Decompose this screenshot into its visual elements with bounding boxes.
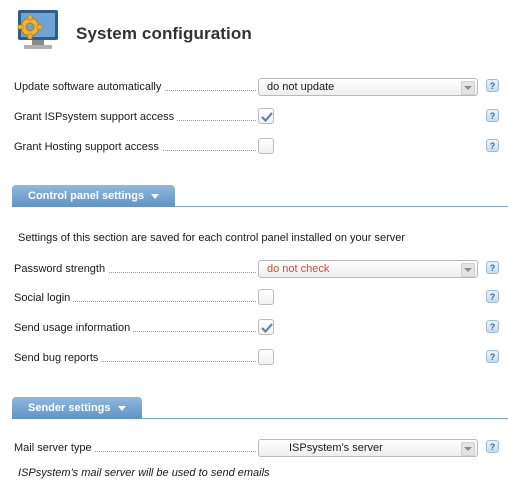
chevron-down-icon xyxy=(117,405,126,411)
send-usage-label: Send usage information xyxy=(14,322,134,334)
mail-server-type-value: ISPsystem's server xyxy=(289,442,383,454)
mail-server-type-select[interactable]: ISPsystem's server xyxy=(258,439,478,457)
chevron-down-icon[interactable] xyxy=(461,263,475,277)
sender-section-header: Sender settings xyxy=(12,397,508,419)
control-panel-description: Settings of this section are saved for e… xyxy=(18,232,406,244)
control-panel-settings-label: Control panel settings xyxy=(28,190,145,202)
send-usage-checkbox[interactable] xyxy=(258,319,274,335)
social-login-label: Social login xyxy=(14,292,74,304)
update-software-select[interactable]: do not update xyxy=(258,78,478,96)
send-bug-reports-label: Send bug reports xyxy=(14,352,102,364)
update-software-row: Update software automatically do not upd… xyxy=(14,78,500,98)
password-strength-label: Password strength xyxy=(14,263,109,275)
grant-hosting-label: Grant Hosting support access xyxy=(14,141,162,153)
password-strength-row: Password strength do not check ? xyxy=(14,260,500,280)
mail-server-type-row: Mail server type ISPsystem's server ? xyxy=(14,439,500,459)
control-panel-section-header: Control panel settings xyxy=(12,185,508,207)
mail-server-hint: ISPsystem's mail server will be used to … xyxy=(18,467,270,479)
grant-ispsystem-label: Grant ISPsystem support access xyxy=(14,111,178,123)
grant-ispsystem-checkbox[interactable] xyxy=(258,108,274,124)
help-icon[interactable]: ? xyxy=(486,440,499,453)
update-software-value: do not update xyxy=(267,81,335,93)
grant-hosting-row: Grant Hosting support access ? xyxy=(14,138,500,158)
help-icon[interactable]: ? xyxy=(486,350,499,363)
chevron-down-icon[interactable] xyxy=(461,81,475,95)
grant-hosting-checkbox[interactable] xyxy=(258,138,274,154)
mail-server-type-label: Mail server type xyxy=(14,442,95,454)
sender-settings-label: Sender settings xyxy=(28,402,111,414)
page-title: System configuration xyxy=(76,24,252,43)
send-usage-row: Send usage information ? xyxy=(14,319,500,339)
system-configuration-icon xyxy=(12,8,62,54)
help-icon[interactable]: ? xyxy=(486,139,499,152)
checkmark-icon xyxy=(261,112,273,122)
update-software-label: Update software automatically xyxy=(14,81,165,93)
social-login-row: Social login ? xyxy=(14,289,500,309)
chevron-down-icon[interactable] xyxy=(461,442,475,456)
send-bug-reports-row: Send bug reports ? xyxy=(14,349,500,369)
checkmark-icon xyxy=(261,323,273,333)
help-icon[interactable]: ? xyxy=(486,261,499,274)
password-strength-value: do not check xyxy=(267,263,330,275)
control-panel-settings-tab[interactable]: Control panel settings xyxy=(12,185,176,207)
page-header: System configuration xyxy=(12,8,492,54)
help-icon[interactable]: ? xyxy=(486,320,499,333)
sender-settings-tab[interactable]: Sender settings xyxy=(12,397,142,419)
social-login-checkbox[interactable] xyxy=(258,289,274,305)
chevron-down-icon xyxy=(151,193,160,199)
send-bug-reports-checkbox[interactable] xyxy=(258,349,274,365)
help-icon[interactable]: ? xyxy=(486,109,499,122)
help-icon[interactable]: ? xyxy=(486,290,499,303)
grant-ispsystem-row: Grant ISPsystem support access ? xyxy=(14,108,500,128)
help-icon[interactable]: ? xyxy=(486,79,499,92)
password-strength-select[interactable]: do not check xyxy=(258,260,478,278)
